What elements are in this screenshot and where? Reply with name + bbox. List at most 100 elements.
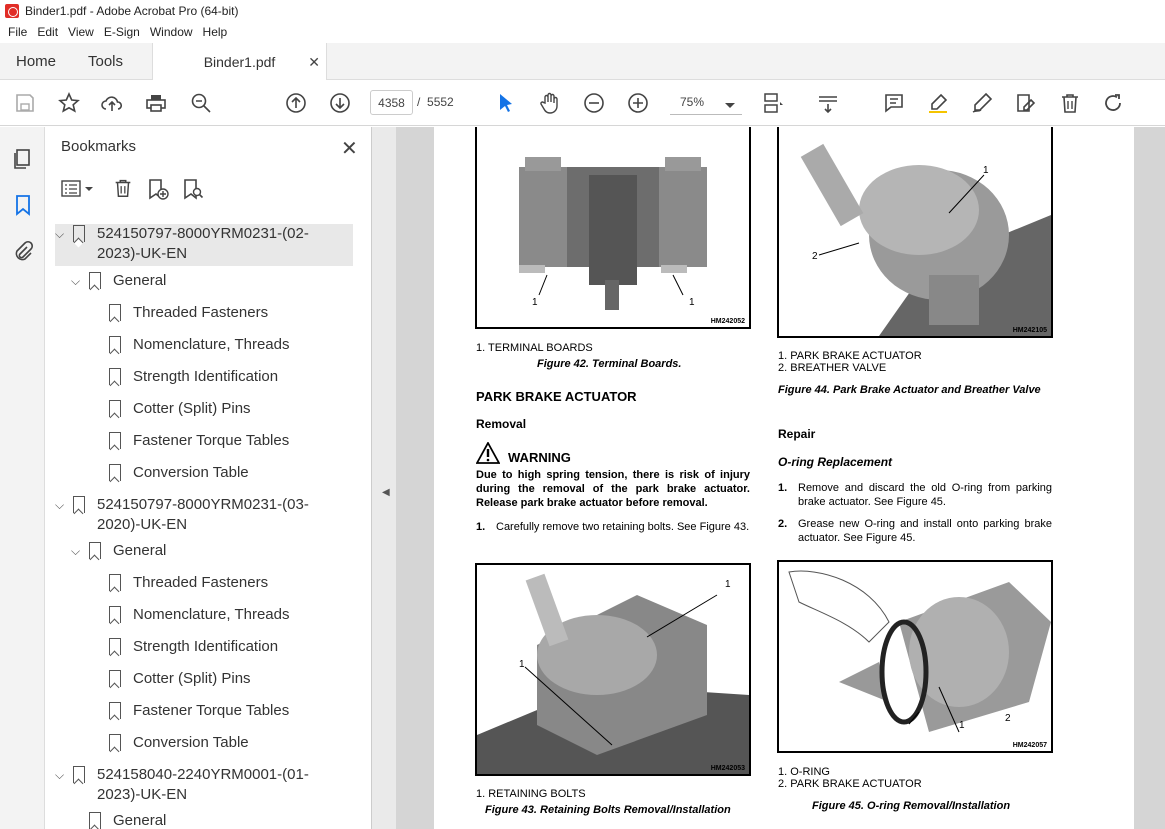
bookmark-item[interactable]: Strength Identification — [109, 637, 278, 657]
bookmark-item[interactable]: General — [89, 811, 166, 829]
section-heading: PARK BRAKE ACTUATOR — [476, 389, 637, 404]
chevron-down-icon[interactable]: ⌵ — [55, 765, 73, 805]
figure-42-caption: Figure 42. Terminal Boards. — [537, 358, 682, 370]
bookmark-icon — [73, 225, 85, 242]
menu-view[interactable]: View — [68, 25, 94, 39]
bookmark-icon — [89, 542, 101, 559]
bookmark-item[interactable]: Nomenclature, Threads — [109, 335, 289, 355]
figure-43-legend: 1. RETAINING BOLTS — [476, 788, 586, 800]
bookmark-item[interactable]: Cotter (Split) Pins — [109, 669, 251, 689]
figure-44-legend-2: 2. BREATHER VALVE — [778, 362, 887, 374]
hand-tool-icon[interactable] — [538, 91, 562, 115]
bookmark-icon — [89, 812, 101, 829]
step-number: 2. — [778, 518, 788, 530]
scroll-mode-icon[interactable] — [816, 91, 840, 115]
bookmark-icon — [109, 304, 121, 321]
bookmark-item[interactable]: Conversion Table — [109, 463, 249, 483]
warning-text: Due to high spring tension, there is ris… — [476, 469, 750, 509]
bookmark-item[interactable]: ⌵ 524158040-2240YRM0001-(01-2023)-UK-EN — [55, 765, 353, 805]
bookmark-item[interactable]: ⌵ General — [71, 271, 166, 291]
pdf-page: 1 1 HM242052 1. TERMINAL BOARDS Figure 4… — [434, 127, 1134, 829]
next-page-icon[interactable] — [328, 91, 352, 115]
callout-number: 1 — [689, 297, 695, 308]
highlight-pen-icon[interactable] — [926, 91, 950, 115]
zoom-in-icon[interactable] — [626, 91, 650, 115]
new-bookmark-icon[interactable] — [146, 177, 170, 201]
repair-step-2: Grease new O-ring and install onto parki… — [798, 518, 1052, 544]
print-icon[interactable] — [144, 91, 168, 115]
warning-title: WARNING — [508, 450, 571, 465]
select-cursor-icon[interactable] — [494, 91, 518, 115]
cloud-upload-icon[interactable] — [100, 91, 124, 115]
attachments-icon[interactable] — [11, 240, 35, 264]
comment-icon[interactable] — [882, 91, 906, 115]
bookmark-item[interactable]: Cotter (Split) Pins — [109, 399, 251, 419]
menu-bar: File Edit View E-Sign Window Help — [0, 22, 1165, 42]
bookmark-icon — [89, 272, 101, 289]
delete-icon[interactable] — [1058, 91, 1082, 115]
oring-heading: O-ring Replacement — [778, 455, 893, 469]
figure-42-legend: 1. TERMINAL BOARDS — [476, 342, 593, 354]
page-thumbnails-icon[interactable] — [11, 147, 35, 171]
draw-signature-icon[interactable] — [970, 91, 994, 115]
page-display-icon[interactable] — [762, 91, 786, 115]
bookmarks-panel-icon[interactable] — [11, 193, 35, 217]
delete-bookmark-icon[interactable] — [112, 177, 134, 199]
page-count: / 5552 — [417, 95, 454, 109]
bookmark-item[interactable]: ⌵ General — [71, 541, 166, 561]
menu-file[interactable]: File — [8, 25, 27, 39]
close-tab-icon[interactable]: ✕ — [308, 54, 320, 71]
previous-page-icon[interactable] — [284, 91, 308, 115]
bookmark-item[interactable]: Threaded Fasteners — [109, 573, 268, 593]
bookmark-icon — [109, 702, 121, 719]
tab-tools[interactable]: Tools — [88, 43, 123, 80]
bookmark-item[interactable]: Nomenclature, Threads — [109, 605, 289, 625]
chevron-down-icon[interactable]: ⌵ — [55, 224, 73, 266]
collapse-arrow-icon[interactable]: ◀ — [382, 487, 390, 498]
redo-icon[interactable] — [1101, 91, 1125, 115]
title-bar: Binder1.pdf - Adobe Acrobat Pro (64-bit) — [0, 0, 1165, 22]
save-icon[interactable] — [13, 91, 37, 115]
tab-document[interactable]: Binder1.pdf ✕ — [152, 43, 327, 81]
callout-number: 1 — [519, 659, 525, 670]
window-title: Binder1.pdf - Adobe Acrobat Pro (64-bit) — [25, 4, 239, 18]
bookmark-item[interactable]: Threaded Fasteners — [109, 303, 268, 323]
bookmark-icon — [109, 606, 121, 623]
zoom-out-icon[interactable] — [582, 91, 606, 115]
menu-esign[interactable]: E-Sign — [104, 25, 140, 39]
menu-edit[interactable]: Edit — [37, 25, 58, 39]
zoom-search-icon[interactable] — [189, 91, 213, 115]
tab-bar: Home Tools Binder1.pdf ✕ — [0, 43, 1165, 81]
document-viewer[interactable]: 1 1 HM242052 1. TERMINAL BOARDS Figure 4… — [396, 127, 1165, 829]
bookmark-item[interactable]: Conversion Table — [109, 733, 249, 753]
bookmarks-title: Bookmarks — [61, 138, 137, 155]
find-bookmark-icon[interactable] — [181, 177, 205, 201]
menu-window[interactable]: Window — [150, 25, 193, 39]
figure-45-caption: Figure 45. O-ring Removal/Installation — [812, 800, 1011, 812]
bookmark-item[interactable]: Fastener Torque Tables — [109, 701, 289, 721]
menu-help[interactable]: Help — [203, 25, 228, 39]
close-panel-icon[interactable]: ✕ — [341, 136, 358, 161]
fill-sign-icon[interactable] — [1014, 91, 1038, 115]
tab-home[interactable]: Home — [16, 43, 56, 80]
star-icon[interactable] — [57, 91, 81, 115]
bookmark-item[interactable]: Strength Identification — [109, 367, 278, 387]
chevron-down-icon[interactable]: ⌵ — [71, 271, 89, 291]
callout-number: 2 — [812, 251, 818, 262]
bookmark-item[interactable]: ⌵ 524150797-8000YRM0231-(02-2023)-UK-EN — [55, 224, 353, 266]
bookmark-icon — [73, 766, 85, 783]
figure-45-legend-2: 2. PARK BRAKE ACTUATOR — [778, 778, 922, 790]
main-toolbar — [0, 80, 1165, 194]
bookmark-options-icon[interactable] — [61, 178, 95, 200]
chevron-down-icon[interactable]: ⌵ — [55, 495, 73, 535]
bookmark-icon — [109, 574, 121, 591]
chevron-down-icon[interactable]: ⌵ — [71, 541, 89, 561]
bookmark-icon — [109, 734, 121, 751]
bookmark-item[interactable]: ⌵ 524150797-8000YRM0231-(03-2020)-UK-EN — [55, 495, 353, 535]
bookmark-item[interactable]: Fastener Torque Tables — [109, 431, 289, 451]
tab-document-label: Binder1.pdf — [203, 54, 276, 70]
step-number: 1. — [778, 482, 788, 494]
panel-collapse-handle[interactable]: ◀ — [372, 127, 396, 829]
zoom-level-select[interactable]: 75% — [670, 90, 742, 115]
page-number-input[interactable]: 4358 — [370, 90, 413, 115]
